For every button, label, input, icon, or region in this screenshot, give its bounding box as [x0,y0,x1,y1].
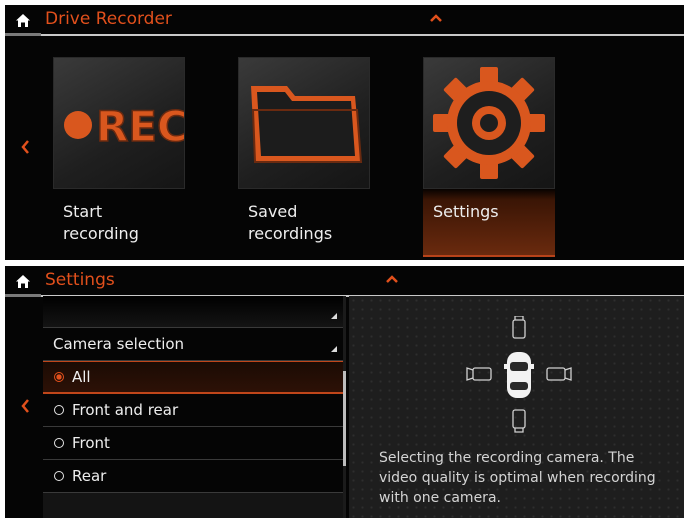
info-pane: Selecting the recording camera. The vide… [349,296,684,518]
settings-button[interactable] [423,57,555,189]
expand-arrow-icon [331,313,337,319]
gear-icon [433,67,545,179]
camera-selection-label: Camera selection [53,335,185,353]
radio-icon [54,405,64,415]
car-icon [504,352,534,398]
camera-right-icon [546,367,572,381]
header-divider [41,34,684,36]
page-title: Drive Recorder [45,9,172,29]
settings-list: Camera selection All Front and rear Fron… [43,296,343,518]
camera-front-icon [512,316,526,339]
option-rear[interactable]: Rear [43,460,343,493]
option-label: Front [72,434,110,452]
tile-label-settings: Settings [433,202,499,221]
page-title: Settings [45,270,115,290]
camera-rear-icon [512,409,526,433]
home-button[interactable] [5,5,41,36]
option-front[interactable]: Front [43,427,343,460]
folder-icon [251,86,363,163]
previous-section-row[interactable] [43,296,343,328]
option-label: Front and rear [72,401,179,419]
radio-icon [54,471,64,481]
settings-tile[interactable]: Settings [423,57,555,257]
camera-selection-header[interactable]: Camera selection [43,328,343,361]
radio-selected-icon [54,372,64,382]
camera-left-icon [466,367,492,381]
info-description: Selecting the recording camera. The vide… [379,450,656,506]
back-chevron-icon[interactable] [17,394,35,418]
option-front-and-rear[interactable]: Front and rear [43,394,343,427]
tile-label-saved-recordings: Saved recordings [248,202,333,243]
option-all[interactable]: All [43,361,343,394]
chevron-up-icon[interactable] [426,11,446,25]
start-recording-button[interactable]: REC [53,57,189,189]
scrollbar-thumb[interactable] [343,371,346,466]
saved-recordings-tile[interactable]: Saved recordings [238,57,370,255]
chevron-up-icon[interactable] [382,272,402,286]
option-label: Rear [72,467,107,485]
list-filler [43,493,343,518]
home-icon [16,14,30,27]
collapse-arrow-icon [331,346,337,352]
rec-icon-text: REC [96,102,184,151]
settings-screen: Settings Camera selection All Front and … [5,266,684,518]
back-chevron-icon[interactable] [17,135,35,159]
saved-recordings-button[interactable] [238,57,370,189]
rec-icon: REC [64,101,189,152]
header-bar: Settings [5,266,684,297]
radio-icon [54,438,64,448]
drive-recorder-screen: Drive Recorder REC Start recording Saved… [5,5,684,260]
home-icon [16,275,30,288]
start-recording-tile[interactable]: REC Start recording [53,57,189,255]
header-bar: Drive Recorder [5,5,684,36]
car-cameras-diagram [466,316,572,433]
home-button[interactable] [5,266,41,297]
tile-label-start-recording: Start recording [63,202,139,243]
option-label: All [72,368,91,386]
